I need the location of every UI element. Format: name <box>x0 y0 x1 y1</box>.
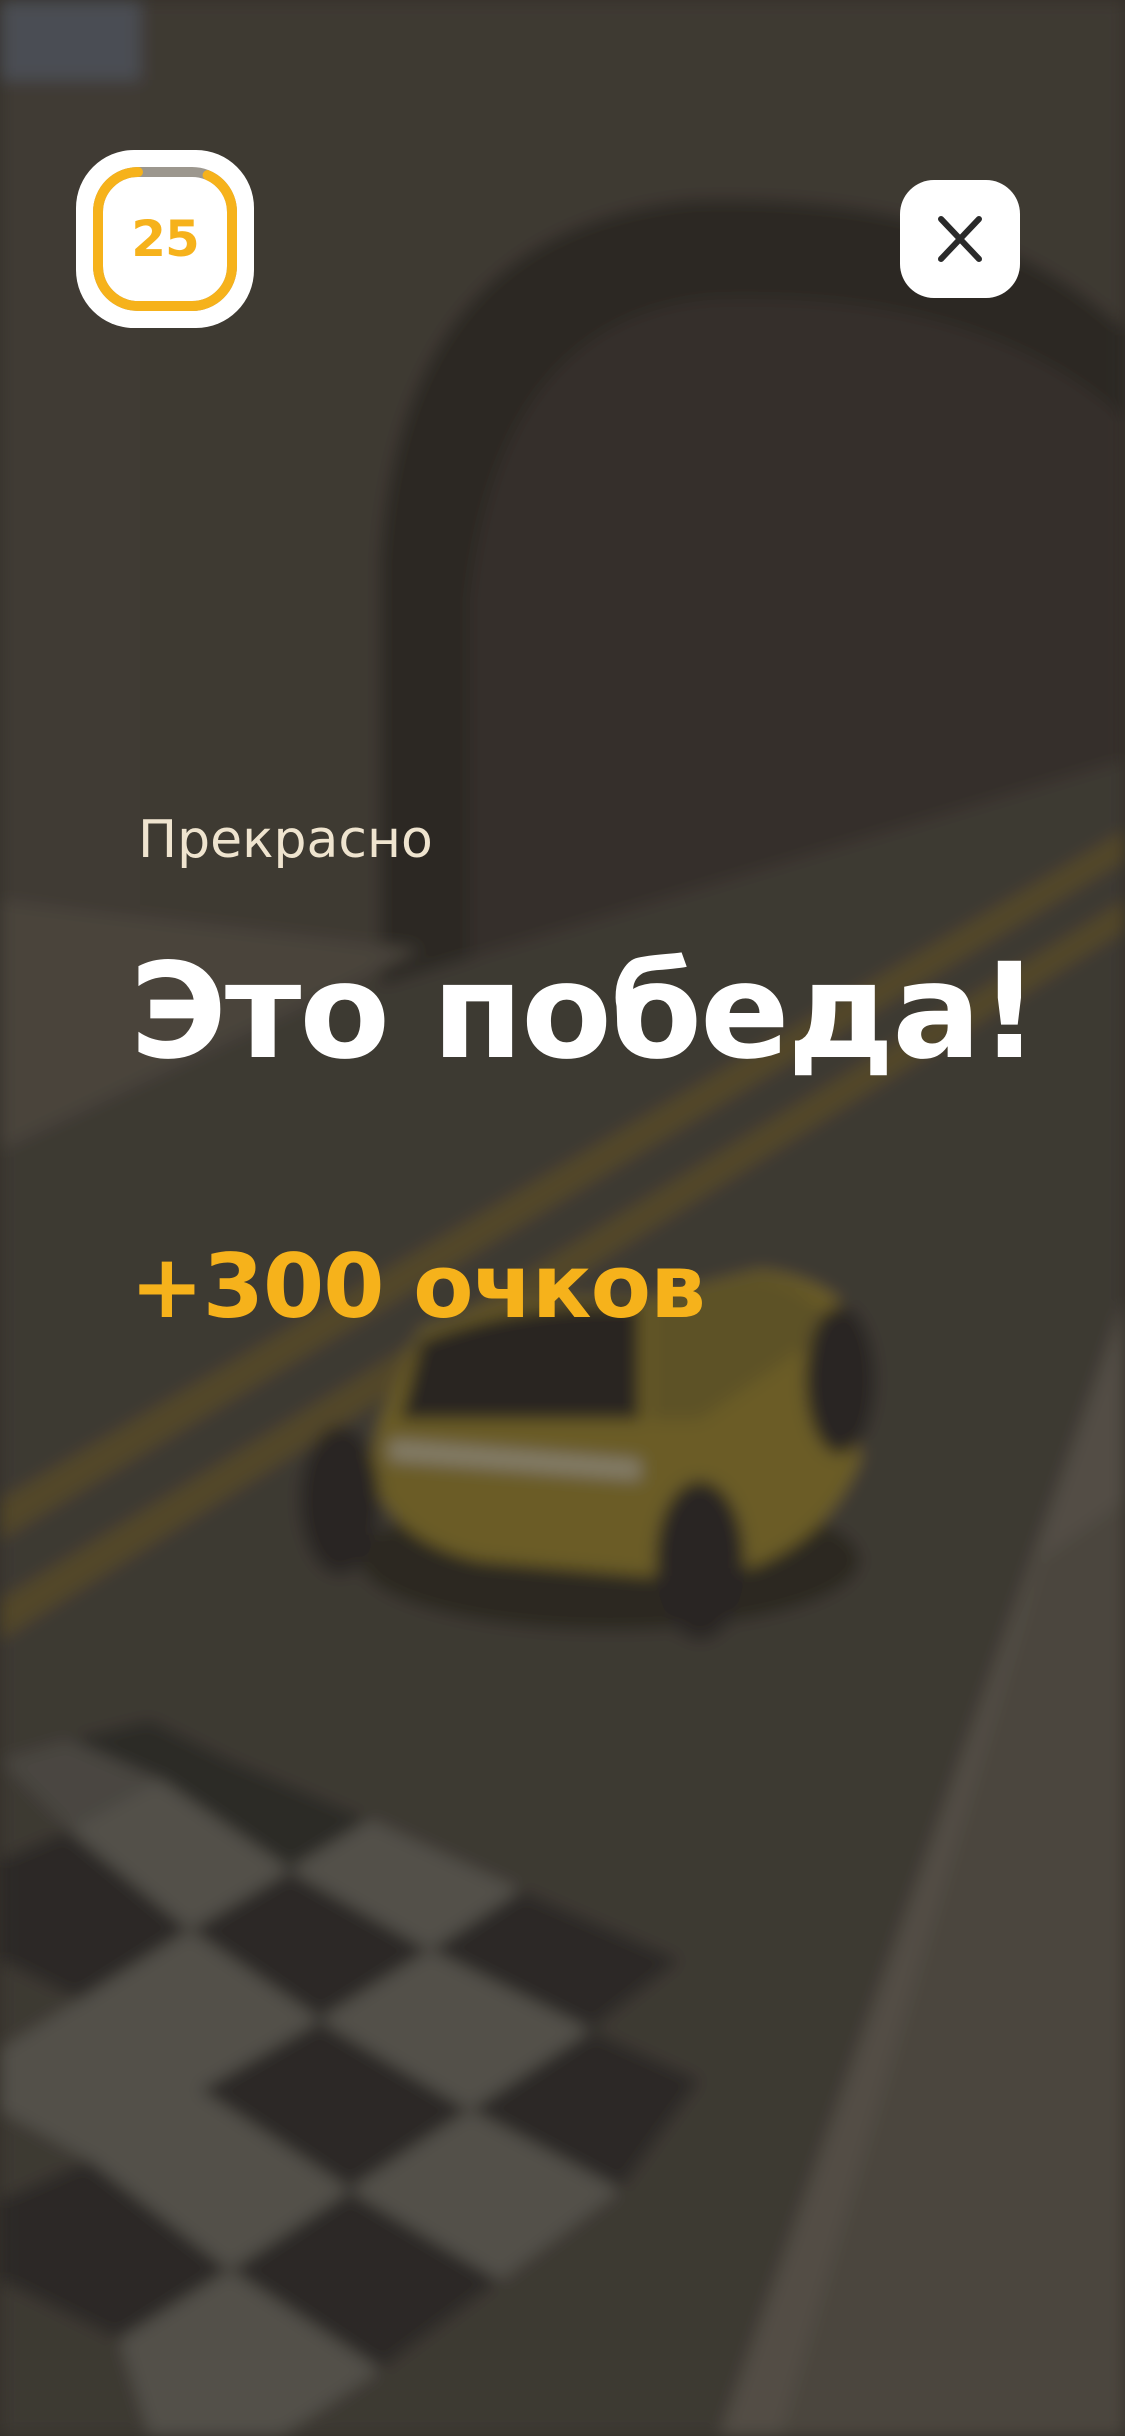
timer-badge: 25 <box>76 150 254 328</box>
timer-value: 25 <box>131 210 200 268</box>
close-button[interactable] <box>900 180 1020 298</box>
dim-overlay <box>0 0 1125 2436</box>
close-icon <box>938 216 982 262</box>
result-subtitle: Прекрасно <box>138 810 433 870</box>
points-earned: +300 очков <box>130 1235 706 1338</box>
game-scene-background <box>0 0 1125 2436</box>
result-title: Это победа! <box>130 935 1039 1089</box>
